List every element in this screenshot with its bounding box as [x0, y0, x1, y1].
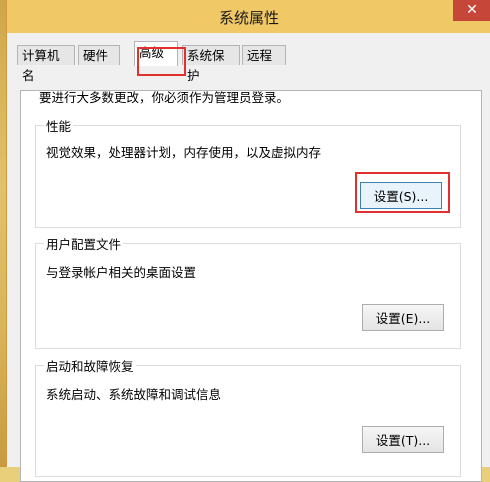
startup-recovery-group: 启动和故障恢复 系统启动、系统故障和调试信息 设置(T)...: [35, 356, 461, 477]
close-button[interactable]: ✕: [453, 0, 490, 21]
system-properties-dialog: 系统属性 ✕ 计算机名 硬件 高级 系统保护 远程 要进行大多数更改，你必须作为…: [6, 0, 490, 482]
user-profiles-description: 与登录帐户相关的桌面设置: [46, 265, 197, 280]
performance-settings-button[interactable]: 设置(S)...: [360, 182, 442, 209]
startup-recovery-settings-button[interactable]: 设置(T)...: [362, 426, 444, 453]
user-profiles-group: 用户配置文件 与登录帐户相关的桌面设置 设置(E)...: [35, 234, 461, 349]
title-bar[interactable]: 系统属性 ✕: [7, 0, 490, 33]
tab-system-protection[interactable]: 系统保护: [182, 45, 240, 83]
admin-notice: 要进行大多数更改，你必须作为管理员登录。: [39, 90, 290, 105]
tab-advanced[interactable]: 高级: [134, 41, 178, 66]
user-profiles-label: 用户配置文件: [44, 234, 124, 253]
startup-recovery-label: 启动和故障恢复: [44, 356, 136, 375]
tab-hardware[interactable]: 硬件: [78, 45, 120, 65]
tab-strip: 计算机名 硬件 高级 系统保护 远程: [17, 41, 487, 83]
tab-computer-name[interactable]: 计算机名: [17, 45, 75, 83]
tab-remote[interactable]: 远程: [242, 45, 286, 65]
dialog-client-area: 计算机名 硬件 高级 系统保护 远程 要进行大多数更改，你必须作为管理员登录。 …: [7, 33, 490, 482]
performance-group: 性能 视觉效果，处理器计划，内存使用，以及虚拟内存 设置(S)...: [35, 116, 461, 228]
performance-label: 性能: [44, 116, 74, 135]
close-icon: ✕: [466, 2, 478, 18]
startup-recovery-description: 系统启动、系统故障和调试信息: [46, 387, 222, 402]
window-title: 系统属性: [218, 9, 279, 27]
performance-description: 视觉效果，处理器计划，内存使用，以及虚拟内存: [46, 145, 322, 160]
user-profiles-settings-button[interactable]: 设置(E)...: [362, 304, 444, 331]
